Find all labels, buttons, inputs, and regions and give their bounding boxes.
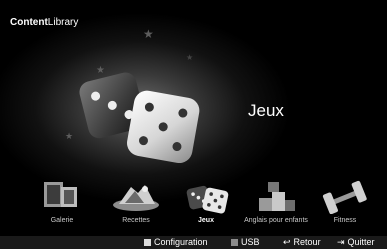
content-library-screen: ContentLibrary ★ ★ ★ ★ Jeux Galerie Rece… bbox=[0, 0, 387, 249]
category-label: Fitness bbox=[333, 217, 357, 224]
recipes-icon bbox=[113, 185, 159, 211]
gallery-icon bbox=[44, 182, 77, 207]
category-list: Galerie Recettes Jeux Anglais pour enfan… bbox=[0, 176, 387, 232]
selected-category-title: Jeux bbox=[248, 101, 284, 120]
retour-label: Retour bbox=[293, 237, 321, 247]
exit-icon: ⇥ bbox=[337, 237, 345, 247]
dice-icon bbox=[186, 185, 229, 214]
category-item-jeux[interactable]: Jeux bbox=[171, 176, 241, 232]
category-item-recettes[interactable]: Recettes bbox=[101, 176, 171, 232]
category-item-fitness[interactable]: Fitness bbox=[310, 176, 380, 232]
page-title: ContentLibrary bbox=[10, 17, 78, 29]
bottom-bar: Configuration USB ↩ Retour ⇥ Quitter bbox=[0, 236, 387, 249]
configuration-button[interactable]: Configuration bbox=[144, 236, 208, 249]
retour-button[interactable]: ↩ Retour bbox=[283, 236, 321, 249]
usb-label: USB bbox=[241, 237, 260, 247]
category-item-galerie[interactable]: Galerie bbox=[27, 176, 97, 232]
usb-button[interactable]: USB bbox=[231, 236, 260, 249]
return-arrow-icon: ↩ bbox=[283, 237, 291, 247]
configuration-label: Configuration bbox=[154, 237, 208, 247]
category-label: Galerie bbox=[50, 217, 74, 224]
star-decoration-icon: ★ bbox=[143, 27, 154, 41]
page-title-bold: Content bbox=[10, 17, 48, 28]
dumbbell-icon bbox=[322, 180, 367, 214]
square-icon bbox=[144, 238, 151, 246]
english-for-kids-icon bbox=[259, 182, 295, 211]
category-item-anglais-pour-enfants[interactable]: Anglais pour enfants bbox=[241, 176, 311, 232]
page-title-normal: Library bbox=[47, 17, 79, 28]
square-icon bbox=[231, 238, 238, 246]
category-label: Jeux bbox=[198, 217, 214, 224]
quitter-label: Quitter bbox=[347, 237, 375, 247]
dice-icon bbox=[79, 72, 200, 164]
category-label: Anglais pour enfants bbox=[244, 217, 308, 224]
category-label: Recettes bbox=[122, 217, 150, 224]
quitter-button[interactable]: ⇥ Quitter bbox=[337, 236, 375, 249]
